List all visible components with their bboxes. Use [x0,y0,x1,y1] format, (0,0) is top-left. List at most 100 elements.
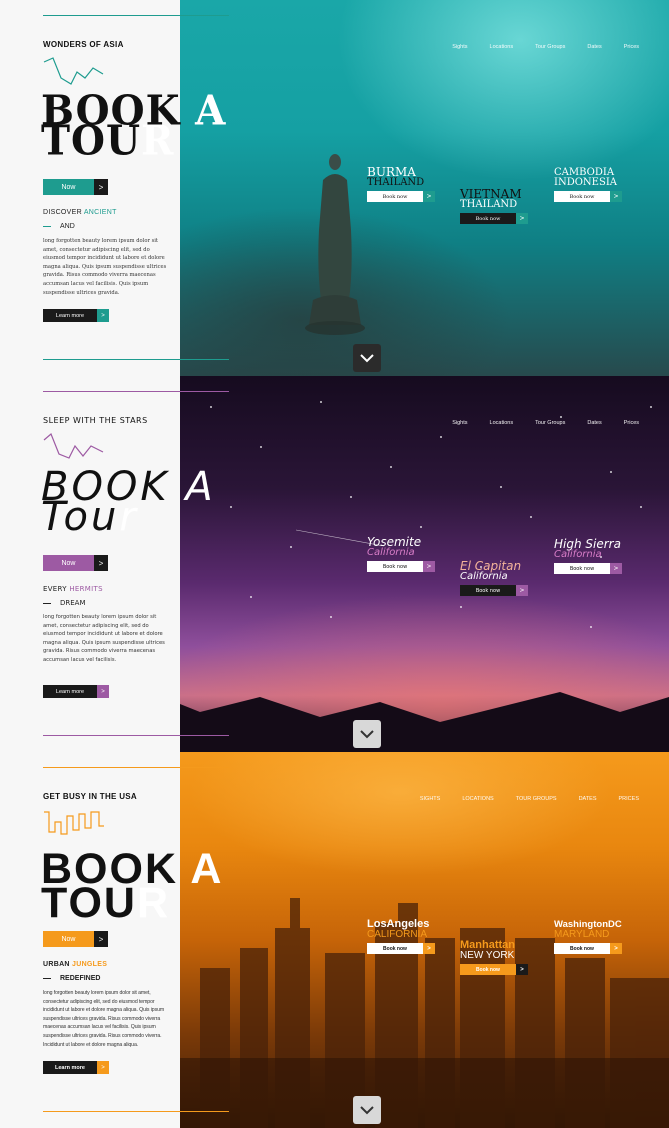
nav-tour-groups[interactable]: Tour Groups [535,44,565,50]
chevron-down-icon [360,354,374,363]
learn-more-button[interactable]: Learn more > [43,309,109,322]
chevron-right-icon: > [423,191,435,202]
book-now-button[interactable]: Book now > [367,943,435,954]
nav-prices[interactable]: Prices [624,420,639,426]
mountain-line-icon [43,57,104,85]
sub-heading: REDEFINED [43,975,100,982]
book-now-button[interactable]: Book now > [460,964,528,975]
top-divider [43,391,229,392]
learn-more-button[interactable]: Learn more > [43,1061,109,1074]
nav-sights[interactable]: SIGHTS [420,796,440,802]
learn-more-button[interactable]: Learn more > [43,685,109,698]
book-a-tour-title: BOOK A Tour [41,467,216,537]
discover-accent: JUNGLES [72,961,108,968]
destination-region: NEW YORK [460,950,515,961]
chevron-right-icon: > [610,191,622,202]
body-paragraph: long forgotten beauty lorem ipsum dolor … [43,238,167,296]
nav-dates[interactable]: Dates [587,420,601,426]
title-line2-left: TOU [41,116,142,166]
nav-prices[interactable]: Prices [624,44,639,50]
bottom-divider [43,359,229,360]
nav-dates[interactable]: Dates [587,44,601,50]
destination-card: LosAngeles CALIFORNIA Book now > [367,919,435,954]
nav-tour-groups[interactable]: Tour Groups [535,420,565,426]
scroll-down-button[interactable] [353,1096,381,1124]
destination-region: CALIFORNIA [367,929,428,940]
book-now-button[interactable]: Book now > [367,191,435,202]
chevron-down-icon [360,730,374,739]
book-now-button[interactable]: Book now > [460,585,528,596]
learn-more-label: Learn more [43,685,97,698]
learn-more-label: Learn more [43,309,97,322]
chevron-right-icon: > [516,213,528,224]
discover-accent: ANCIENT [83,209,117,216]
title-line2-left: Tou [41,494,120,540]
destination-region: THAILAND [367,177,425,188]
title-line1-right: A [169,464,216,510]
destination-region: MARYLAND [554,929,610,940]
chevron-right-icon: > [423,943,435,954]
nav-tour-groups[interactable]: TOUR GROUPS [516,796,557,802]
chevron-right-icon: > [97,685,109,698]
chevron-right-icon: > [94,931,108,947]
book-now-button[interactable]: Book now > [554,563,622,574]
book-now-label: Book now [554,943,610,954]
discover-heading: URBAN JUNGLES [43,961,107,968]
buddha-statue-image [305,154,365,335]
sub-heading-text: AND [60,223,75,230]
nav-locations[interactable]: LOCATIONS [462,796,493,802]
nav-prices[interactable]: PRICES [619,796,639,802]
now-button[interactable]: Now > [43,931,108,947]
title-line2-right: R [141,116,175,166]
top-divider [43,767,229,768]
destination-region: California [460,571,508,582]
chevron-right-icon: > [610,943,622,954]
sub-heading: AND [43,223,75,230]
title-line1-right: A [178,845,224,893]
destination-card: El Capitan California Book now > [460,560,528,596]
city-skyline-silhouette [180,898,669,1128]
now-button[interactable]: Now > [43,179,108,195]
book-now-label: Book now [367,561,423,572]
book-now-button[interactable]: Book now > [460,213,528,224]
book-now-button[interactable]: Book now > [367,561,435,572]
book-now-button[interactable]: Book now > [554,943,622,954]
discover-prefix: EVERY [43,585,70,593]
dash-decor [43,602,51,604]
nav-locations[interactable]: Locations [490,420,514,426]
nav-sights[interactable]: Sights [452,420,467,426]
body-paragraph: long forgotten beauty lorem ipsum dolor … [43,990,165,1048]
nav-dates[interactable]: DATES [579,796,597,802]
destination-region: INDONESIA [554,177,617,188]
section-kicker: WONDERS OF ASIA [43,40,124,49]
scroll-down-button[interactable] [353,344,381,372]
mountain-line-icon [43,432,104,459]
scroll-down-button[interactable] [353,720,381,748]
dash-decor [43,225,51,227]
now-button-label: Now [43,931,94,947]
chevron-right-icon: > [94,179,108,195]
destination-card: Manhattan NEW YORK Book now > [460,940,528,975]
chevron-right-icon: > [97,1061,109,1074]
hero-section-usa: GET BUSY IN THE USA BOOK A TOUR Now > UR… [0,752,669,1128]
destination-card: WashingtonDC MARYLAND Book now > [554,919,622,954]
destination-region: THAILAND [460,199,518,210]
top-nav: Sights Locations Tour Groups Dates Price… [452,44,639,50]
now-button[interactable]: Now > [43,555,108,571]
chevron-right-icon: > [94,555,108,571]
book-now-label: Book now [460,585,516,596]
destination-card: BURMA THAILAND Book now > [367,166,435,202]
top-divider [43,15,229,16]
chevron-down-icon [360,1106,374,1115]
destination-card: VIETNAM THAILAND Book now > [460,188,528,224]
book-now-label: Book now [554,191,610,202]
book-now-label: Book now [367,191,423,202]
top-nav: Sights Locations Tour Groups Dates Price… [452,420,639,426]
nav-sights[interactable]: Sights [452,44,467,50]
book-now-button[interactable]: Book now > [554,191,622,202]
hero-section-asia: WONDERS OF ASIA BOOK A TOUR Now > DISCOV… [0,0,669,376]
book-now-label: Book now [554,563,610,574]
nav-locations[interactable]: Locations [490,44,514,50]
destination-card: CAMBODIA INDONESIA Book now > [554,167,622,202]
chevron-right-icon: > [516,585,528,596]
